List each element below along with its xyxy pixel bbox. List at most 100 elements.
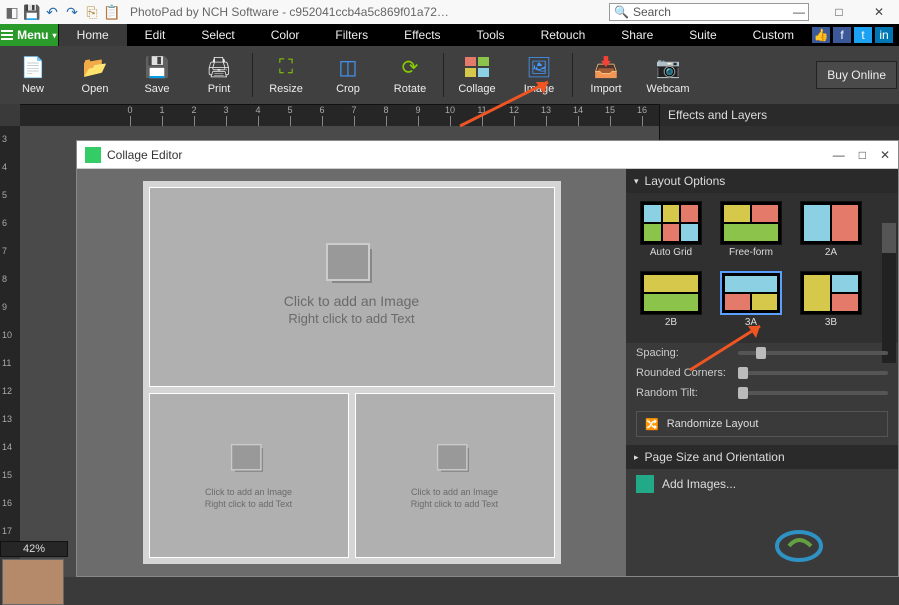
import-icon: 📥: [592, 55, 620, 79]
collage-editor-icon: [85, 147, 101, 163]
chevron-down-icon: ▾: [52, 31, 56, 40]
page-size-header[interactable]: ▸ Page Size and Orientation: [626, 445, 898, 469]
crop-icon: ◫: [334, 55, 362, 79]
tab-home[interactable]: Home: [59, 24, 127, 46]
rotate-icon: ⟳: [396, 55, 424, 79]
collage-slot[interactable]: Click to add an Image Right click to add…: [149, 393, 349, 558]
ribbon-toolbar: 📄New 📂Open 💾Save 🖨Print ⛶Resize ◫Crop ⟳R…: [0, 46, 899, 104]
collage-slot[interactable]: Click to add an Image Right click to add…: [355, 393, 555, 558]
placeholder-image-icon: [441, 448, 469, 472]
image-icon: 🖼: [525, 55, 553, 79]
tab-custom[interactable]: Custom: [735, 24, 812, 46]
new-button[interactable]: 📄New: [2, 47, 64, 103]
tilt-slider-row: Random Tilt:: [626, 383, 898, 403]
rotate-button[interactable]: ⟳Rotate: [379, 47, 441, 103]
import-button[interactable]: 📥Import: [575, 47, 637, 103]
collage-side-panel: ▾ Layout Options Auto Grid Free-form 2A: [626, 169, 898, 576]
window-title: PhotoPad by NCH Software - c952041ccb4a5…: [130, 5, 450, 19]
app-icon: ◧: [4, 4, 20, 20]
layout-option-auto-grid[interactable]: Auto Grid: [634, 201, 708, 265]
copy-icon[interactable]: ⎘: [84, 4, 100, 20]
print-icon: 🖨: [205, 55, 233, 79]
twitter-icon[interactable]: t: [854, 27, 872, 43]
tab-suite[interactable]: Suite: [671, 24, 734, 46]
collage-slot[interactable]: Click to add an Image Right click to add…: [149, 187, 555, 387]
slot-hint-1: Click to add an Image: [411, 487, 498, 497]
like-icon[interactable]: 👍: [812, 27, 830, 43]
rounded-slider[interactable]: [738, 371, 888, 375]
placeholder-image-icon: [332, 249, 372, 283]
ce-minimize-button[interactable]: —: [833, 148, 845, 162]
ruler-vertical: 34567891011121314151617: [0, 126, 20, 541]
paste-icon[interactable]: 📋: [104, 4, 120, 20]
facebook-icon[interactable]: f: [833, 27, 851, 43]
collage-canvas: Click to add an Image Right click to add…: [143, 181, 561, 564]
crop-button[interactable]: ◫Crop: [317, 47, 379, 103]
menu-strip: Menu ▾ Home Edit Select Color Filters Ef…: [0, 24, 899, 46]
linkedin-icon[interactable]: in: [875, 27, 893, 43]
layout-option-3a[interactable]: 3A: [714, 271, 788, 335]
layout-option-free-form[interactable]: Free-form: [714, 201, 788, 265]
layout-option-3b[interactable]: 3B: [794, 271, 868, 335]
watermark: [769, 526, 879, 571]
chevron-down-icon: ▾: [634, 176, 639, 187]
redo-icon[interactable]: ↷: [64, 4, 80, 20]
buy-online-button[interactable]: Buy Online: [816, 61, 897, 89]
tilt-slider[interactable]: [738, 391, 888, 395]
close-button[interactable]: ✕: [859, 0, 899, 24]
slot-hint-2: Right click to add Text: [205, 499, 292, 509]
layout-options-header[interactable]: ▾ Layout Options: [626, 169, 898, 193]
slot-hint-1: Click to add an Image: [205, 487, 292, 497]
undo-icon[interactable]: ↶: [44, 4, 60, 20]
window-titlebar: ◧ 💾 ↶ ↷ ⎘ 📋 PhotoPad by NCH Software - c…: [0, 0, 899, 24]
minimize-button[interactable]: —: [779, 0, 819, 24]
collage-editor-window: Collage Editor — □ ✕ Click to add an Ima…: [76, 140, 899, 577]
effects-layers-title: Effects and Layers: [660, 104, 899, 126]
maximize-button[interactable]: □: [819, 0, 859, 24]
thumbnail-strip-item[interactable]: [2, 559, 64, 605]
new-icon: 📄: [19, 55, 47, 79]
save-icon: 💾: [143, 55, 171, 79]
print-button[interactable]: 🖨Print: [188, 47, 250, 103]
collage-button[interactable]: Collage: [446, 47, 508, 103]
save-qa-icon[interactable]: 💾: [24, 4, 40, 20]
layout-option-2a[interactable]: 2A: [794, 201, 868, 265]
ce-maximize-button[interactable]: □: [859, 148, 866, 162]
open-button[interactable]: 📂Open: [64, 47, 126, 103]
menu-button[interactable]: Menu ▾: [0, 24, 59, 46]
tab-edit[interactable]: Edit: [127, 24, 184, 46]
tilt-label: Random Tilt:: [636, 387, 732, 399]
slot-hint-2: Right click to add Text: [411, 499, 498, 509]
rounded-label: Rounded Corners:: [636, 367, 732, 379]
randomize-layout-button[interactable]: 🔀 Randomize Layout: [636, 411, 888, 437]
placeholder-image-icon: [235, 448, 263, 472]
menu-button-label: Menu: [17, 28, 48, 42]
open-icon: 📂: [81, 55, 109, 79]
webcam-button[interactable]: 📷Webcam: [637, 47, 699, 103]
zoom-indicator[interactable]: 42%: [0, 541, 68, 557]
save-button[interactable]: 💾Save: [126, 47, 188, 103]
layout-scrollbar[interactable]: [882, 223, 896, 363]
spacing-slider[interactable]: [738, 351, 888, 355]
tab-retouch[interactable]: Retouch: [523, 24, 604, 46]
ce-close-button[interactable]: ✕: [880, 148, 890, 162]
tab-share[interactable]: Share: [603, 24, 671, 46]
spacing-slider-row: Spacing:: [626, 343, 898, 363]
search-icon: 🔍: [614, 5, 629, 19]
tab-color[interactable]: Color: [253, 24, 318, 46]
layout-option-2b[interactable]: 2B: [634, 271, 708, 335]
tab-filters[interactable]: Filters: [317, 24, 386, 46]
webcam-icon: 📷: [654, 55, 682, 79]
tab-tools[interactable]: Tools: [459, 24, 523, 46]
image-button[interactable]: 🖼Image: [508, 47, 570, 103]
tab-effects[interactable]: Effects: [386, 24, 458, 46]
slot-hint-2: Right click to add Text: [288, 311, 414, 326]
collage-editor-title: Collage Editor: [107, 148, 182, 162]
tab-select[interactable]: Select: [183, 24, 252, 46]
randomize-icon: 🔀: [645, 418, 659, 431]
collage-editor-titlebar: Collage Editor — □ ✕: [77, 141, 898, 169]
add-images-button[interactable]: Add Images...: [636, 475, 888, 493]
add-images-icon: [636, 475, 654, 493]
collage-icon: [463, 55, 491, 79]
resize-button[interactable]: ⛶Resize: [255, 47, 317, 103]
